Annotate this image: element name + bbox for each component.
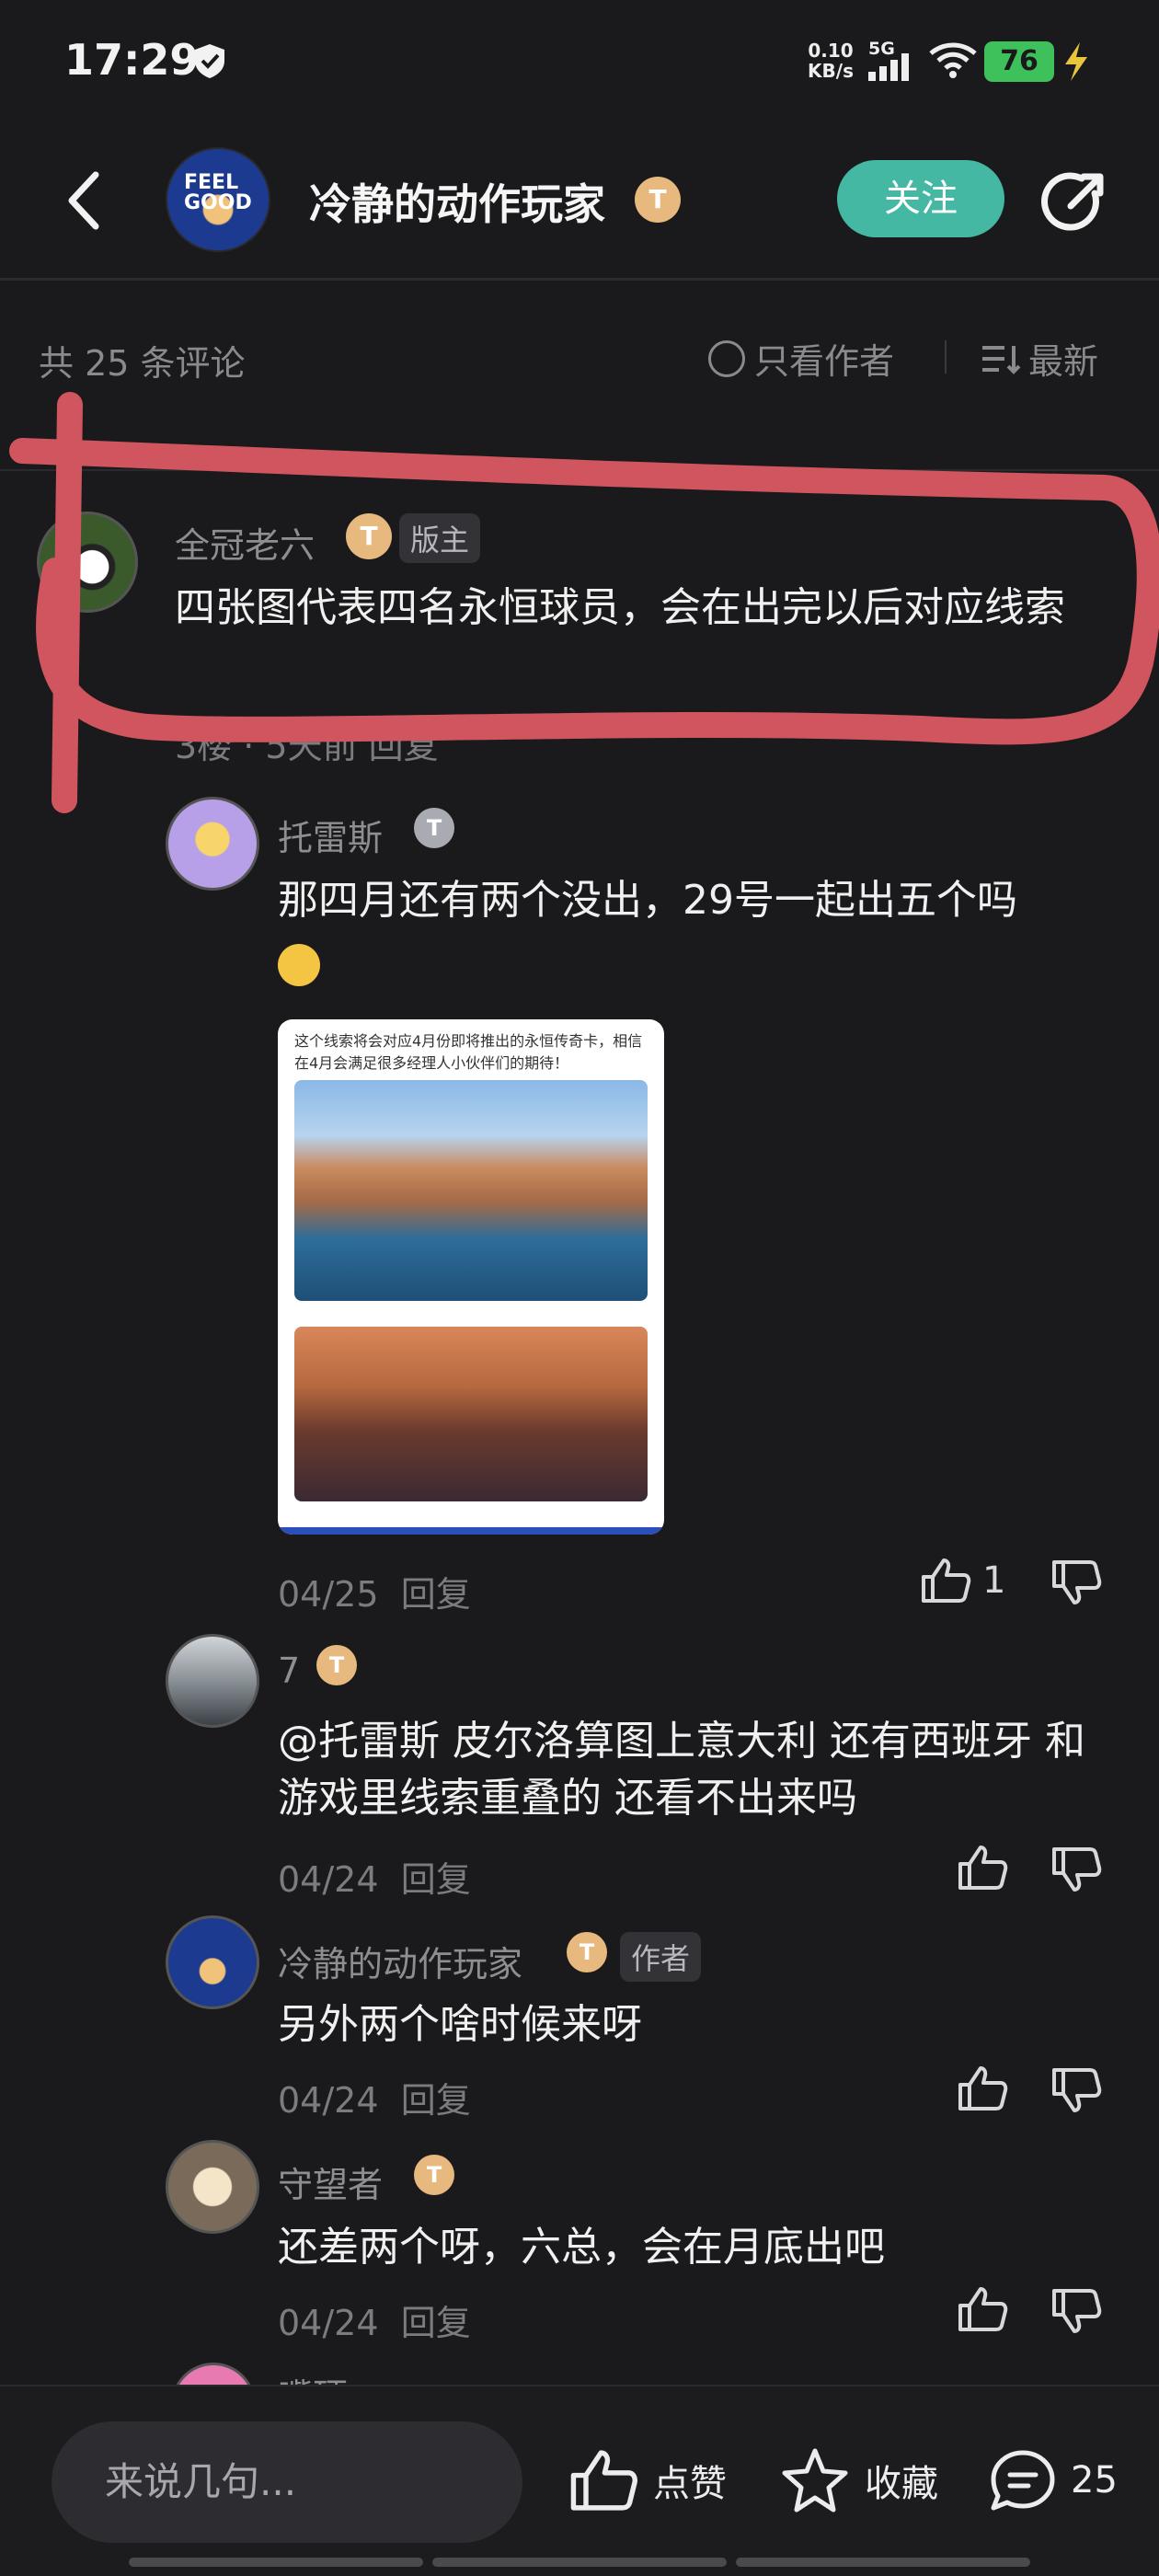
wifi-icon [929, 42, 977, 78]
sort-button[interactable]: 最新 [981, 333, 1098, 384]
level-badge: T [346, 513, 392, 559]
charging-icon [1065, 42, 1087, 81]
level-badge: T [414, 808, 454, 848]
favorite-button[interactable]: 收藏 [780, 2447, 938, 2513]
thumbs-down-icon[interactable] [1050, 2287, 1102, 2335]
image-caption: 这个线索将会对应4月份即将推出的永恒传奇卡，相信在4月会满足很多经理人小伙伴们的… [294, 1032, 643, 1072]
moderator-tag: 版主 [399, 513, 481, 563]
reply-avatar[interactable] [166, 797, 259, 891]
battery-indicator: 76 [984, 41, 1054, 82]
comment-count: 共 25 条评论 [39, 343, 246, 384]
reply-meta: 04/24 回复 [278, 2080, 471, 2121]
radio-circle-icon [708, 339, 745, 377]
reply-text: 那四月还有两个没出，29号一起出五个吗 [278, 877, 1017, 924]
commenter-avatar[interactable] [37, 512, 138, 613]
thumbs-up-icon[interactable] [957, 1844, 1008, 1892]
shield-icon [195, 44, 224, 78]
author-tag: 作者 [620, 1932, 702, 1982]
commenter-name[interactable]: 全冠老六 [175, 517, 315, 568]
coastal-town-photo [294, 1080, 648, 1301]
status-time: 17:29 [64, 35, 200, 85]
level-badge: T [316, 1645, 357, 1685]
section-divider [0, 469, 1159, 471]
comment-input[interactable]: 来说几句... [52, 2421, 522, 2543]
thumbs-up-icon [570, 2450, 637, 2511]
sort-icon [982, 345, 1021, 374]
toolbar-divider [945, 340, 947, 374]
thumbs-down-icon[interactable] [1050, 1846, 1102, 1893]
thumbs-down-icon[interactable] [1050, 1558, 1102, 1606]
thumbs-up-icon[interactable] [957, 2064, 1008, 2112]
reply-author[interactable]: 守望者 [278, 2156, 383, 2207]
reply-author[interactable]: 7 [278, 1650, 300, 1691]
reply-avatar[interactable] [166, 2140, 259, 2234]
reply-meta: 04/25 回复 [278, 1574, 471, 1615]
reply-author[interactable]: 冷静的动作玩家 [278, 1936, 522, 1986]
comment-bubble-icon [991, 2450, 1055, 2511]
reply-author[interactable]: 托雷斯 [278, 810, 383, 860]
reply-meta: 04/24 回复 [278, 1859, 471, 1900]
share-icon[interactable] [1039, 166, 1113, 239]
thumbs-up-icon [922, 1558, 971, 1603]
author-avatar[interactable]: FEEL GOOD [166, 147, 270, 252]
reply-button[interactable]: 回复 [401, 1859, 471, 1900]
reply-text: 另外两个啥时候来呀 [278, 2001, 642, 2048]
reply-text: 还差两个呀，六总，会在月底出吧 [278, 2224, 885, 2271]
like-post-button[interactable]: 点赞 [568, 2447, 727, 2513]
level-badge: T [567, 1932, 607, 1972]
comment-text: 四张图代表四名永恒球员，会在出完以后对应线索 [175, 584, 1065, 631]
star-icon [782, 2448, 848, 2513]
reply-meta: 04/24 回复 [278, 2303, 471, 2343]
only-author-toggle[interactable]: 只看作者 [708, 333, 894, 384]
comments-button[interactable]: 25 [988, 2447, 1118, 2513]
signal-icon [868, 53, 909, 81]
reply-avatar[interactable] [166, 1634, 259, 1728]
thumbs-down-icon[interactable] [1050, 2066, 1102, 2114]
reply-button[interactable]: 回复 [401, 1574, 471, 1615]
reply-avatar[interactable] [166, 1915, 259, 2009]
gesture-bar [129, 2558, 1030, 2567]
header-divider [0, 278, 1159, 281]
follow-button[interactable]: 关注 [837, 160, 1004, 237]
london-photo [294, 1327, 648, 1501]
back-arrow-icon[interactable] [59, 166, 110, 236]
page-title[interactable]: 冷静的动作玩家 [309, 171, 605, 232]
network-speed: 0.10 KB/s [808, 40, 854, 82]
reply-button[interactable]: 回复 [401, 2303, 471, 2343]
smile-emoji-icon [278, 944, 320, 986]
reply-button[interactable]: 回复 [401, 2080, 471, 2121]
comment-meta: 3楼 · 5天前 回复 [175, 726, 439, 766]
level-badge: T [635, 177, 681, 223]
level-badge: T [414, 2155, 454, 2195]
reply-text: @托雷斯 皮尔洛算图上意大利 还有西班牙 和游戏里线索重叠的 还看不出来吗 [278, 1718, 1085, 1822]
like-button[interactable]: 1 [920, 1557, 1005, 1604]
thumbs-up-icon[interactable] [957, 2285, 1008, 2333]
like-count: 1 [982, 1559, 1006, 1602]
reply-image[interactable]: 这个线索将会对应4月份即将推出的永恒传奇卡，相信在4月会满足很多经理人小伙伴们的… [278, 1019, 664, 1535]
